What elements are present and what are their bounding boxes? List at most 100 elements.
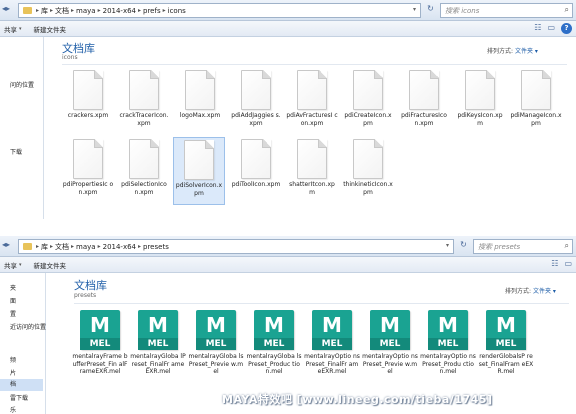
nav-item-documents[interactable]: 档 (0, 379, 43, 391)
share-menu[interactable]: 共享 ▾ (0, 260, 30, 270)
mel-file-icon: M MEL (370, 310, 410, 350)
file-name: pdiManageIcon.xpm (510, 112, 562, 127)
file-item[interactable]: pdiToolIcon.xpm (230, 139, 282, 189)
chevron-down-icon[interactable]: ▾ (446, 242, 449, 249)
mel-file-item[interactable]: M MEL mentalrayOptio nsPreset_FinalFr ame… (304, 310, 360, 376)
arrange-label: 排列方式: (505, 288, 532, 295)
file-item[interactable]: pdiKeysIcon.xp m (454, 70, 506, 127)
preview-pane-icon[interactable]: ▭ (547, 23, 555, 34)
new-folder-button[interactable]: 新建文件夹 (30, 260, 75, 270)
nav-item-music[interactable]: 乐 (10, 405, 16, 414)
mel-file-icon: M MEL (254, 310, 294, 350)
mel-badge: MEL (254, 338, 294, 350)
chevron-down-icon[interactable]: ▾ (413, 6, 416, 13)
view-mode-icon[interactable]: ☷ (534, 23, 541, 34)
breadcrumb-documents[interactable]: 文档 (55, 242, 69, 252)
nav-item-desktop[interactable]: 面 (10, 296, 16, 305)
view-mode-icon[interactable]: ☷ (551, 259, 558, 268)
back-forward-buttons[interactable]: ◂▸ (2, 4, 16, 17)
breadcrumb-documents[interactable]: 文档 (55, 6, 69, 16)
breadcrumb-version[interactable]: 2014-x64 (103, 243, 136, 251)
breadcrumb-prefs[interactable]: prefs (143, 7, 161, 15)
file-name: renderGlobalsP reset_FinalFram eEXR.mel (478, 353, 534, 375)
mel-file-item[interactable]: M MEL mentalrayOptio nsPreset_Previe w.me… (362, 310, 418, 376)
breadcrumb-library[interactable]: 库 (41, 6, 48, 16)
search-icon[interactable]: ⌕ (565, 5, 569, 15)
file-name: pdiFracturesIco n.xpm (401, 112, 447, 127)
new-folder-button[interactable]: 新建文件夹 (30, 24, 75, 34)
breadcrumb-library[interactable]: 库 (41, 242, 48, 252)
file-item[interactable]: pdiManageIcon.xpm (510, 70, 562, 127)
search-input[interactable]: 搜索 icons ⌕ (440, 3, 573, 18)
mel-badge: MEL (80, 338, 120, 350)
icons-folder-window: ◂▸ ▸ 库 ▸ 文档 ▸ maya ▸ 2014-x64 ▸ prefs ▸ … (0, 0, 576, 219)
mel-file-item[interactable]: M MEL renderGlobalsP reset_FinalFram eEXR… (478, 310, 534, 376)
breadcrumb-maya[interactable]: maya (76, 7, 96, 15)
breadcrumb-version[interactable]: 2014-x64 (103, 7, 136, 15)
address-bar[interactable]: ▸ 库 ▸ 文档 ▸ maya ▸ 2014-x64 ▸ presets ▾ (18, 239, 454, 254)
nav-item-places[interactable]: 置 (10, 309, 16, 318)
file-name: pdiSolverIcon.x pm (175, 182, 223, 197)
file-item[interactable]: crackers.xpm (62, 70, 114, 120)
xpm-file-icon (409, 70, 439, 110)
file-name: mentalrayGloba lPreset_FinalFr ameEXR.me… (130, 353, 186, 375)
maya-logo-icon: M (380, 313, 400, 337)
share-menu[interactable]: 共享 ▾ (0, 24, 30, 34)
address-bar[interactable]: ▸ 库 ▸ 文档 ▸ maya ▸ 2014-x64 ▸ prefs ▸ ico… (18, 3, 421, 18)
file-item[interactable]: pdiPropertiesIc on.xpm (62, 139, 114, 196)
nav-item-videos[interactable]: 频 (10, 355, 16, 364)
search-icon[interactable]: ⌕ (565, 241, 569, 251)
file-item[interactable]: pdiAvFracturesI con.xpm (286, 70, 338, 127)
file-name: pdiToolIcon.xpm (231, 181, 281, 188)
chevron-down-icon[interactable]: ▾ (535, 48, 538, 55)
file-name: pdiCreateIcon.x pm (344, 112, 392, 127)
file-name: mentalrayOptio nsPreset_Produ ction.mel (420, 353, 476, 375)
file-view: 文档库 icons 排列方式: 文件夹 ▾ crackers.xpm crack… (45, 37, 576, 219)
breadcrumb-maya[interactable]: maya (76, 243, 96, 251)
file-item[interactable]: pdiSelectionIco n.xpm (118, 139, 170, 196)
nav-item-recent-places[interactable]: 近访问的位置 (10, 322, 46, 331)
mel-badge: MEL (196, 338, 236, 350)
file-name: mentalrayOptio nsPreset_Previe w.mel (362, 353, 418, 375)
file-name: pdiKeysIcon.xp m (457, 112, 503, 127)
breadcrumb-icons[interactable]: icons (168, 7, 186, 15)
file-item[interactable]: shatterItcon.xp m (286, 139, 338, 196)
nav-item-favorites[interactable]: 夹 (10, 283, 16, 292)
share-label: 共享 (4, 261, 17, 270)
arrange-dropdown[interactable]: 文件夹 (533, 288, 551, 295)
nav-item-downloads[interactable]: 下载 (10, 147, 22, 156)
chevron-down-icon[interactable]: ▾ (553, 288, 556, 295)
mel-file-item[interactable]: M MEL mentalrayGloba lsPreset_Previe w.me… (188, 310, 244, 376)
xpm-file-icon (129, 139, 159, 179)
arrange-dropdown[interactable]: 文件夹 (515, 48, 533, 55)
nav-item-pictures[interactable]: 片 (10, 368, 16, 377)
mel-file-item[interactable]: M MEL mentalrayFrame bufferPreset_Fin alF… (72, 310, 128, 376)
file-name: pdiAddJaggies s.xpm (231, 112, 281, 127)
refresh-icon[interactable]: ↻ (425, 4, 436, 16)
mel-badge: MEL (138, 338, 178, 350)
file-item[interactable]: pdiFracturesIco n.xpm (398, 70, 450, 127)
breadcrumb-presets[interactable]: presets (143, 243, 169, 251)
xpm-file-icon (73, 70, 103, 110)
back-forward-buttons[interactable]: ◂▸ (2, 240, 16, 253)
file-item[interactable]: logoMax.xpm (174, 70, 226, 120)
file-name: pdiPropertiesIc on.xpm (62, 181, 114, 196)
file-name: crackTracerIcon.xpm (119, 112, 169, 127)
file-item[interactable]: pdiCreateIcon.x pm (342, 70, 394, 127)
navigation-pane: 夹 面 置 近访问的位置 频 片 档 雷下载 乐 (0, 273, 46, 414)
mel-file-item[interactable]: M MEL mentalrayGloba lsPreset_Produc tion… (246, 310, 302, 376)
xpm-file-icon (129, 70, 159, 110)
nav-item-thunder-downloads[interactable]: 雷下载 (10, 393, 28, 402)
file-item-selected[interactable]: pdiSolverIcon.x pm (173, 137, 225, 205)
toolbar: 共享 ▾ 新建文件夹 ☷ ▭ ? (0, 21, 576, 37)
file-item[interactable]: pdiAddJaggies s.xpm (230, 70, 282, 127)
search-input[interactable]: 搜索 presets ⌕ (473, 239, 573, 254)
refresh-icon[interactable]: ↻ (458, 240, 469, 252)
mel-file-item[interactable]: M MEL mentalrayOptio nsPreset_Produ ction… (420, 310, 476, 376)
file-item[interactable]: crackTracerIcon.xpm (118, 70, 170, 127)
file-item[interactable]: thinkineticIcon.x pm (342, 139, 394, 196)
mel-file-item[interactable]: M MEL mentalrayGloba lPreset_FinalFr ameE… (130, 310, 186, 376)
help-icon[interactable]: ? (561, 23, 572, 34)
preview-pane-icon[interactable]: ▭ (564, 259, 572, 268)
nav-item-recent-places[interactable]: 问的位置 (10, 80, 34, 89)
